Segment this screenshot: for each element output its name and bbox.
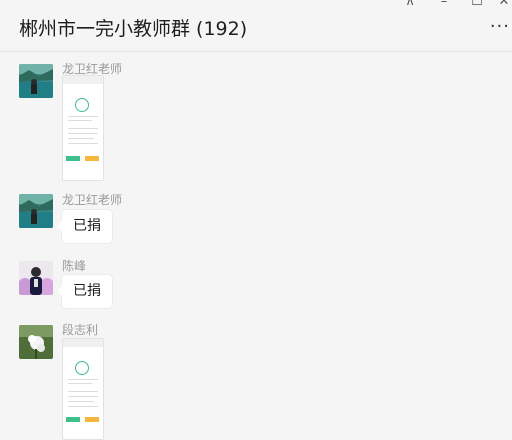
lake-landscape-avatar[interactable] bbox=[19, 64, 53, 98]
lake-landscape-avatar[interactable] bbox=[19, 194, 53, 228]
success-check-icon bbox=[75, 361, 89, 375]
image-message[interactable] bbox=[62, 75, 104, 181]
minimize-icon[interactable]: – bbox=[436, 0, 452, 9]
sender-name: 龙卫红老师 bbox=[62, 193, 123, 207]
close-icon[interactable]: ✕ bbox=[496, 0, 512, 9]
sender-name: 段志利 bbox=[62, 323, 99, 337]
chat-header: 郴州市一完小教师群 (192) ⊼ – ☐ ✕ ··· bbox=[0, 0, 512, 52]
text-message-bubble[interactable]: 已捐 bbox=[57, 210, 112, 243]
image-message[interactable] bbox=[62, 338, 104, 440]
pin-icon[interactable]: ⊼ bbox=[402, 0, 418, 9]
text-message-bubble[interactable]: 已捐 bbox=[57, 275, 112, 308]
success-check-icon bbox=[75, 98, 89, 112]
more-options-icon[interactable]: ··· bbox=[490, 16, 510, 37]
person-portrait-avatar[interactable] bbox=[19, 261, 53, 295]
flower-avatar[interactable] bbox=[19, 325, 53, 359]
maximize-icon[interactable]: ☐ bbox=[469, 0, 485, 9]
chat-title: 郴州市一完小教师群 (192) bbox=[19, 18, 248, 40]
sender-name: 陈峰 bbox=[62, 259, 87, 273]
